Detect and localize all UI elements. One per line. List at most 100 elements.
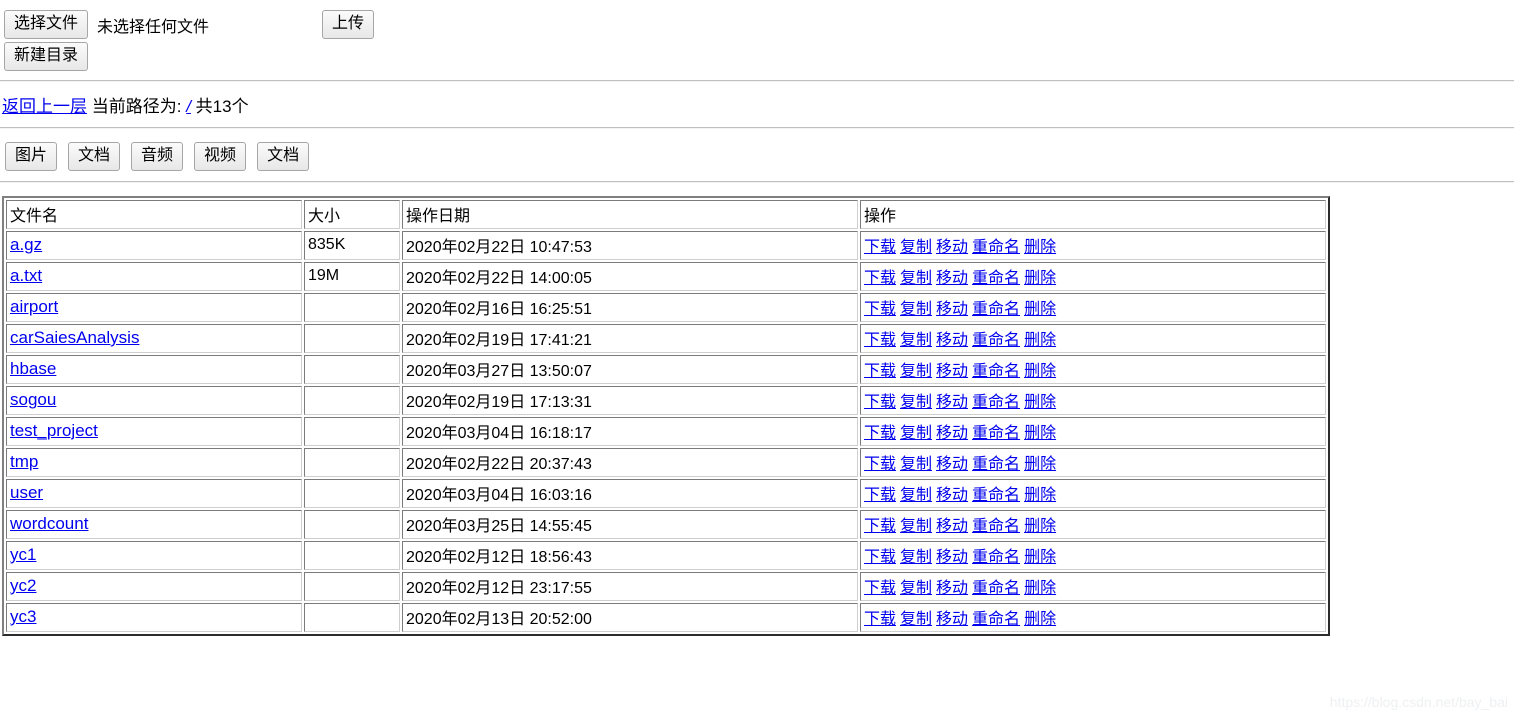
delete-link[interactable]: 删除 [1024, 425, 1056, 442]
rename-link[interactable]: 重命名 [972, 580, 1020, 597]
download-link[interactable]: 下载 [864, 363, 896, 380]
copy-link[interactable]: 复制 [900, 270, 932, 287]
copy-link[interactable]: 复制 [900, 611, 932, 628]
delete-link[interactable]: 删除 [1024, 394, 1056, 411]
rename-link[interactable]: 重命名 [972, 363, 1020, 380]
cell-filename: airport [6, 293, 302, 322]
move-link[interactable]: 移动 [936, 487, 968, 504]
move-link[interactable]: 移动 [936, 456, 968, 473]
copy-link[interactable]: 复制 [900, 363, 932, 380]
download-link[interactable]: 下载 [864, 301, 896, 318]
cell-date: 2020年02月13日 20:52:00 [402, 603, 858, 632]
file-input-group[interactable]: 选择文件 未选择任何文件 [4, 10, 209, 39]
file-link[interactable]: yc2 [10, 576, 36, 595]
move-link[interactable]: 移动 [936, 332, 968, 349]
file-link[interactable]: test_project [10, 421, 98, 440]
copy-link[interactable]: 复制 [900, 239, 932, 256]
delete-link[interactable]: 删除 [1024, 363, 1056, 380]
copy-link[interactable]: 复制 [900, 332, 932, 349]
delete-link[interactable]: 删除 [1024, 487, 1056, 504]
choose-file-button[interactable]: 选择文件 [4, 10, 89, 39]
cell-filename: a.gz [6, 231, 302, 260]
move-link[interactable]: 移动 [936, 425, 968, 442]
move-link[interactable]: 移动 [936, 611, 968, 628]
rename-link[interactable]: 重命名 [972, 611, 1020, 628]
delete-link[interactable]: 删除 [1024, 239, 1056, 256]
rename-link[interactable]: 重命名 [972, 487, 1020, 504]
move-link[interactable]: 移动 [936, 549, 968, 566]
go-up-link[interactable]: 返回上一层 [2, 97, 87, 116]
delete-link[interactable]: 删除 [1024, 301, 1056, 318]
download-link[interactable]: 下载 [864, 518, 896, 535]
filter-documents-2[interactable]: 文档 [257, 142, 310, 171]
delete-link[interactable]: 删除 [1024, 580, 1056, 597]
file-link[interactable]: user [10, 483, 43, 502]
new-directory-button[interactable]: 新建目录 [4, 42, 89, 71]
rename-link[interactable]: 重命名 [972, 270, 1020, 287]
file-link[interactable]: sogou [10, 390, 56, 409]
copy-link[interactable]: 复制 [900, 456, 932, 473]
rename-link[interactable]: 重命名 [972, 549, 1020, 566]
filter-images[interactable]: 图片 [5, 142, 58, 171]
download-link[interactable]: 下载 [864, 394, 896, 411]
delete-link[interactable]: 删除 [1024, 270, 1056, 287]
file-link[interactable]: yc3 [10, 607, 36, 626]
download-link[interactable]: 下载 [864, 611, 896, 628]
file-link[interactable]: hbase [10, 359, 56, 378]
move-link[interactable]: 移动 [936, 301, 968, 318]
copy-link[interactable]: 复制 [900, 425, 932, 442]
current-path-value: / [186, 97, 191, 116]
rename-link[interactable]: 重命名 [972, 301, 1020, 318]
delete-link[interactable]: 删除 [1024, 456, 1056, 473]
filter-audio[interactable]: 音频 [131, 142, 184, 171]
cell-date: 2020年02月19日 17:41:21 [402, 324, 858, 353]
upload-button[interactable]: 上传 [322, 10, 375, 39]
cell-operations: 下载 复制 移动 重命名 删除 [860, 262, 1326, 291]
delete-link[interactable]: 删除 [1024, 611, 1056, 628]
copy-link[interactable]: 复制 [900, 301, 932, 318]
rename-link[interactable]: 重命名 [972, 332, 1020, 349]
move-link[interactable]: 移动 [936, 518, 968, 535]
copy-link[interactable]: 复制 [900, 549, 932, 566]
delete-link[interactable]: 删除 [1024, 549, 1056, 566]
copy-link[interactable]: 复制 [900, 580, 932, 597]
file-link[interactable]: a.gz [10, 235, 42, 254]
table-row: yc3 2020年02月13日 20:52:00 下载 复制 移动 重命名 删除 [6, 603, 1326, 632]
cell-operations: 下载 复制 移动 重命名 删除 [860, 603, 1326, 632]
move-link[interactable]: 移动 [936, 270, 968, 287]
file-link[interactable]: yc1 [10, 545, 36, 564]
move-link[interactable]: 移动 [936, 394, 968, 411]
delete-link[interactable]: 删除 [1024, 332, 1056, 349]
rename-link[interactable]: 重命名 [972, 394, 1020, 411]
download-link[interactable]: 下载 [864, 580, 896, 597]
download-link[interactable]: 下载 [864, 332, 896, 349]
move-link[interactable]: 移动 [936, 363, 968, 380]
rename-link[interactable]: 重命名 [972, 456, 1020, 473]
download-link[interactable]: 下载 [864, 270, 896, 287]
download-link[interactable]: 下载 [864, 549, 896, 566]
cell-size [304, 293, 400, 322]
filter-video[interactable]: 视频 [194, 142, 247, 171]
header-filename: 文件名 [6, 200, 302, 229]
cell-date: 2020年02月19日 17:13:31 [402, 386, 858, 415]
download-link[interactable]: 下载 [864, 239, 896, 256]
delete-link[interactable]: 删除 [1024, 518, 1056, 535]
file-link[interactable]: airport [10, 297, 58, 316]
file-link[interactable]: tmp [10, 452, 38, 471]
file-link[interactable]: carSaiesAnalysis [10, 328, 139, 347]
cell-date: 2020年02月22日 20:37:43 [402, 448, 858, 477]
download-link[interactable]: 下载 [864, 425, 896, 442]
copy-link[interactable]: 复制 [900, 394, 932, 411]
rename-link[interactable]: 重命名 [972, 239, 1020, 256]
copy-link[interactable]: 复制 [900, 518, 932, 535]
rename-link[interactable]: 重命名 [972, 518, 1020, 535]
download-link[interactable]: 下载 [864, 456, 896, 473]
move-link[interactable]: 移动 [936, 239, 968, 256]
copy-link[interactable]: 复制 [900, 487, 932, 504]
file-link[interactable]: a.txt [10, 266, 42, 285]
download-link[interactable]: 下载 [864, 487, 896, 504]
move-link[interactable]: 移动 [936, 580, 968, 597]
filter-documents[interactable]: 文档 [68, 142, 121, 171]
rename-link[interactable]: 重命名 [972, 425, 1020, 442]
file-link[interactable]: wordcount [10, 514, 88, 533]
